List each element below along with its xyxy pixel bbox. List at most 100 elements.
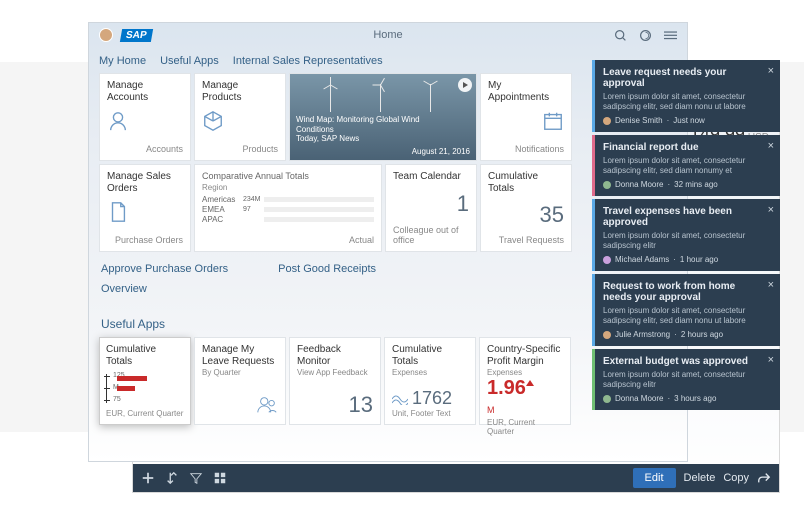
tile-subtitle: By Quarter: [202, 368, 278, 377]
tile-footer: Travel Requests: [488, 235, 564, 245]
avatar: [603, 395, 611, 403]
tile-title: Manage Sales Orders: [107, 171, 183, 195]
tile-sales-orders[interactable]: Manage Sales Orders Purchase Orders: [99, 164, 191, 252]
filter-icon[interactable]: [189, 471, 203, 485]
tile-title: Country-Specific Profit Margin: [487, 344, 563, 368]
link-post[interactable]: Post Good Receipts: [278, 263, 376, 275]
tile-title: Manage Products: [202, 80, 278, 104]
delete-button[interactable]: Delete: [684, 472, 716, 484]
notification-body: Lorem ipsum dolor sit amet, consectetur …: [603, 156, 772, 176]
tile-value: 13: [297, 392, 373, 418]
notification-card[interactable]: ×External budget was approved Lorem ipsum…: [592, 349, 780, 410]
tab-internal-sales[interactable]: Internal Sales Representatives: [233, 55, 383, 67]
search-icon[interactable]: [614, 29, 627, 42]
share-icon[interactable]: [757, 471, 771, 485]
sort-icon[interactable]: [165, 471, 179, 485]
notification-title: External budget was approved: [603, 356, 772, 367]
tile-footer: Purchase Orders: [107, 235, 183, 245]
tile-title: Team Calendar: [393, 171, 469, 183]
avatar: [603, 331, 611, 339]
tile-footer: Unit, Footer Text: [392, 409, 468, 418]
notification-body: Lorem ipsum dolor sit amet, consectetur …: [603, 92, 772, 112]
notification-body: Lorem ipsum dolor sit amet, consectetur …: [603, 370, 772, 390]
plus-icon[interactable]: [141, 471, 155, 485]
header: SAP Home: [89, 23, 687, 47]
grid-icon[interactable]: [213, 471, 227, 485]
document-icon: [107, 201, 129, 223]
tile-appointments[interactable]: My Appointments Notifications: [480, 73, 572, 161]
avatar[interactable]: [99, 28, 113, 42]
tab-useful-apps[interactable]: Useful Apps: [160, 55, 219, 67]
avatar: [603, 181, 611, 189]
tile-date: August 21, 2016: [412, 147, 470, 156]
copy-button[interactable]: Copy: [723, 472, 749, 484]
tile-comparative[interactable]: Comparative Annual Totals Region America…: [194, 164, 382, 252]
sap-logo[interactable]: SAP: [120, 29, 153, 42]
tile-title: Cumulative Totals: [106, 344, 184, 368]
close-icon[interactable]: ×: [768, 354, 774, 366]
notification-time: 1 hour ago: [680, 255, 718, 264]
edit-button[interactable]: Edit: [633, 468, 676, 488]
tile-cumulative-totals[interactable]: Cumulative Totals 35 Travel Requests: [480, 164, 572, 252]
notification-author: Donna Moore: [615, 180, 663, 189]
tile-cumulative-expenses[interactable]: Cumulative Totals Expenses 1762 Unit, Fo…: [384, 337, 476, 425]
bottom-toolbar: Edit Delete Copy: [133, 464, 779, 492]
close-icon[interactable]: ×: [768, 279, 774, 291]
tile-feedback[interactable]: Feedback Monitor View App Feedback 13: [289, 337, 381, 425]
tile-title: Cumulative Totals: [488, 171, 564, 195]
tile-title: Cumulative Totals: [392, 344, 468, 368]
close-icon[interactable]: ×: [768, 65, 774, 77]
menu-icon[interactable]: [664, 29, 677, 42]
tile-cumulative-quarter[interactable]: Cumulative Totals 125 M 75 EUR, Current …: [99, 337, 191, 425]
tile-profit-margin[interactable]: Country-Specific Profit Margin Expenses …: [479, 337, 571, 425]
notification-author: Julie Armstrong: [615, 330, 670, 339]
notification-title: Request to work from home needs your app…: [603, 281, 772, 303]
play-icon[interactable]: [458, 78, 472, 92]
avatar: [603, 117, 611, 125]
region-label: Region: [202, 183, 374, 192]
notification-title: Financial report due: [603, 142, 772, 153]
copilot-icon[interactable]: [639, 29, 652, 42]
tile-title: Feedback Monitor: [297, 344, 373, 368]
notification-author: Donna Moore: [615, 394, 663, 403]
tile-leave-requests[interactable]: Manage My Leave Requests By Quarter: [194, 337, 286, 425]
tile-footer: Actual: [202, 235, 374, 245]
section-title: Useful Apps: [101, 317, 677, 331]
notification-card[interactable]: ×Travel expenses have been approvedLorem…: [592, 199, 780, 271]
notification-card[interactable]: ×Request to work from home needs your ap…: [592, 274, 780, 346]
tile-title: Manage Accounts: [107, 80, 183, 104]
tile-value: 1762: [412, 388, 452, 409]
tile-manage-accounts[interactable]: Manage Accounts Accounts: [99, 73, 191, 161]
notification-author: Denise Smith: [615, 116, 663, 125]
tile-footer: Colleague out of office: [393, 225, 469, 245]
tile-title: My Appointments: [488, 80, 564, 104]
notification-time: 3 hours ago: [674, 394, 716, 403]
notification-title: Leave request needs your approval: [603, 67, 772, 89]
tile-subtitle: Expenses: [487, 368, 563, 377]
notification-body: Lorem ipsum dolor sit amet, consectetur …: [603, 306, 772, 326]
tile-footer: EUR, Current Quarter: [106, 409, 184, 418]
arrow-up-icon: [526, 380, 534, 386]
tile-footer: Products: [202, 144, 278, 154]
tile-value: 35: [488, 202, 564, 228]
notification-card[interactable]: ×Financial report due Lorem ipsum dolor s…: [592, 135, 780, 196]
notification-card[interactable]: ×Leave request needs your approval Lorem …: [592, 60, 780, 132]
tile-team-calendar[interactable]: Team Calendar 1 Colleague out of office: [385, 164, 477, 252]
tile-subtitle: Expenses: [392, 368, 468, 377]
tab-my-home[interactable]: My Home: [99, 55, 146, 67]
tile-wind-map[interactable]: Wind Map: Monitoring Global WindConditio…: [289, 73, 477, 161]
cube-icon: [202, 110, 224, 132]
tile-value: 1: [393, 191, 469, 217]
notification-panel: ×Leave request needs your approvalLorem …: [592, 60, 780, 410]
close-icon[interactable]: ×: [768, 140, 774, 152]
tile-manage-products[interactable]: Manage Products Products: [194, 73, 286, 161]
link-approve[interactable]: Approve Purchase Orders: [101, 263, 228, 275]
tile-footer: EUR, Current Quarter: [487, 418, 563, 436]
person-icon: [107, 110, 129, 132]
notification-author: Michael Adams: [615, 255, 669, 264]
avatar: [603, 256, 611, 264]
tile-subtitle: View App Feedback: [297, 368, 373, 377]
link-overview[interactable]: Overview: [101, 283, 147, 295]
tile-footer: Accounts: [107, 144, 183, 154]
close-icon[interactable]: ×: [768, 204, 774, 216]
